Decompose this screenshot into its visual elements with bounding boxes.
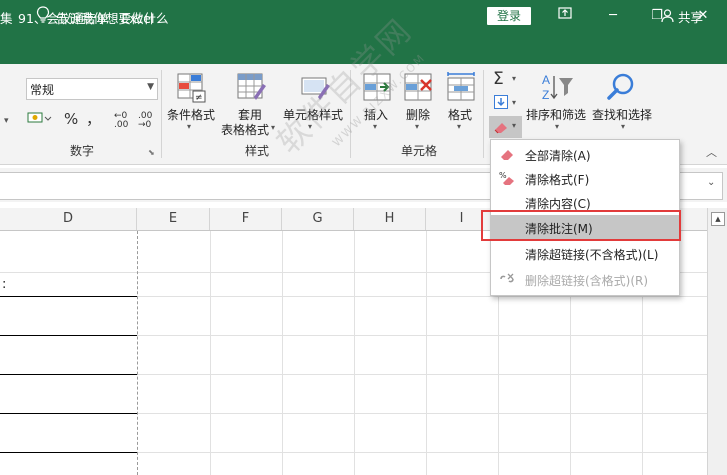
menu-item-clear-hyperlinks[interactable]: 清除超链接(不含格式)(L) xyxy=(491,241,679,265)
conditional-format-icon: ≠ xyxy=(176,72,208,107)
chevron-down-icon: ▾ xyxy=(555,122,560,131)
group-divider xyxy=(483,70,484,158)
cell-border xyxy=(0,296,137,297)
chevron-down-icon: ▾ xyxy=(187,122,192,131)
table-format-icon xyxy=(236,72,268,107)
column-line xyxy=(426,231,427,475)
column-line xyxy=(354,231,355,475)
menu-item-clear-formats[interactable]: % 清除格式(F) xyxy=(491,166,679,190)
remove-link-icon xyxy=(500,273,514,283)
column-header-f[interactable]: F xyxy=(210,208,282,230)
dialog-launcher-icon[interactable]: ⬊ xyxy=(148,148,155,157)
menu-item-label: 清除格式(F) xyxy=(525,173,590,187)
vertical-scrollbar[interactable] xyxy=(707,208,727,475)
decrease-decimal-button[interactable]: .00 →0 xyxy=(138,112,160,130)
cell-border xyxy=(0,452,137,453)
column-header-e[interactable]: E xyxy=(137,208,210,230)
svg-text:%: % xyxy=(499,171,507,180)
group-label-cells: 单元格 xyxy=(401,144,438,158)
table-format-button[interactable]: 表格格式 xyxy=(221,121,269,138)
svg-text:A: A xyxy=(542,73,550,87)
number-format-select[interactable]: 常规 ▼ xyxy=(26,78,158,100)
group-divider xyxy=(161,70,162,158)
minimize-button[interactable]: ─ xyxy=(602,6,624,26)
percent-button[interactable]: % xyxy=(64,110,78,128)
page-break-line xyxy=(137,231,138,475)
column-line xyxy=(282,231,283,475)
login-button[interactable]: 登录 xyxy=(487,7,531,25)
menu-item-label: 删除超链接(含格式)(R) xyxy=(525,274,649,288)
chevron-down-icon: ▼ xyxy=(147,82,154,92)
row-line xyxy=(0,272,137,273)
chevron-down-icon: ▾ xyxy=(621,122,626,131)
row-line xyxy=(137,452,707,453)
chevron-down-icon: ▾ xyxy=(457,122,462,131)
delete-button[interactable]: 删除 xyxy=(406,106,430,123)
cell-border xyxy=(0,413,137,414)
row-line xyxy=(137,296,707,297)
chevron-down-icon: ▾ xyxy=(512,74,517,83)
tell-me-input[interactable]: 告诉我你想要做什么 xyxy=(56,8,169,27)
ribbon-display-icon[interactable] xyxy=(554,6,576,26)
chevron-down-icon: ▾ xyxy=(512,121,517,130)
cell-text: : xyxy=(2,277,7,292)
row-line xyxy=(137,413,707,414)
number-format-value: 常规 xyxy=(30,83,55,97)
format-button[interactable]: 格式 xyxy=(448,106,472,123)
column-header-h[interactable]: H xyxy=(354,208,426,230)
find-select-button[interactable]: 查找和选择 xyxy=(592,106,652,123)
group-label-styles: 样式 xyxy=(245,144,270,158)
magnifier-icon xyxy=(606,72,636,105)
chevron-down-icon[interactable]: ▾ xyxy=(4,116,9,126)
conditional-format-button[interactable]: 条件格式 xyxy=(167,106,215,123)
format-cells-icon xyxy=(446,72,476,105)
lightbulb-icon xyxy=(36,6,50,24)
group-label-number: 数字 xyxy=(70,144,95,158)
menu-item-clear-all[interactable]: 全部清除(A) xyxy=(491,142,679,166)
comma-style-button[interactable]: ， xyxy=(86,108,101,129)
fill-icon[interactable] xyxy=(494,95,508,112)
clear-button[interactable]: ▾ xyxy=(489,116,522,138)
user-icon xyxy=(661,9,674,26)
autosum-icon[interactable]: Σ xyxy=(493,69,504,89)
menu-item-label: 全部清除(A) xyxy=(525,149,591,163)
menu-item-label: 清除超链接(不含格式)(L) xyxy=(525,248,659,262)
collapse-ribbon-icon[interactable]: ︿ xyxy=(706,144,717,160)
highlight-annotation-box xyxy=(481,210,681,241)
cell-border xyxy=(0,374,137,375)
chevron-down-icon: ▾ xyxy=(373,122,378,131)
sort-filter-button[interactable]: 排序和筛选 xyxy=(526,106,586,123)
cell-border xyxy=(0,335,137,336)
column-header-d[interactable]: D xyxy=(0,208,137,230)
column-line xyxy=(210,231,211,475)
row-line xyxy=(137,374,707,375)
row-line xyxy=(137,335,707,336)
currency-format-icon[interactable] xyxy=(27,110,53,129)
share-button[interactable]: 共享 xyxy=(678,7,703,26)
sort-filter-icon: AZ xyxy=(540,72,574,105)
chevron-down-icon[interactable]: ⌄ xyxy=(707,177,715,188)
clear-format-icon: % xyxy=(499,171,514,185)
scroll-up-icon[interactable]: ▲ xyxy=(711,212,725,226)
svg-text:Z: Z xyxy=(542,88,549,102)
column-header-g[interactable]: G xyxy=(282,208,354,230)
menu-item-remove-hyperlinks: 删除超链接(含格式)(R) xyxy=(491,267,679,291)
chevron-down-icon: ▾ xyxy=(512,98,517,107)
svg-text:≠: ≠ xyxy=(195,93,203,103)
tab-fragment[interactable]: 集 xyxy=(0,8,13,27)
eraser-icon xyxy=(501,150,513,160)
increase-decimal-button[interactable]: ←0 .00 xyxy=(114,112,136,130)
chevron-down-icon: ▾ xyxy=(415,122,420,131)
